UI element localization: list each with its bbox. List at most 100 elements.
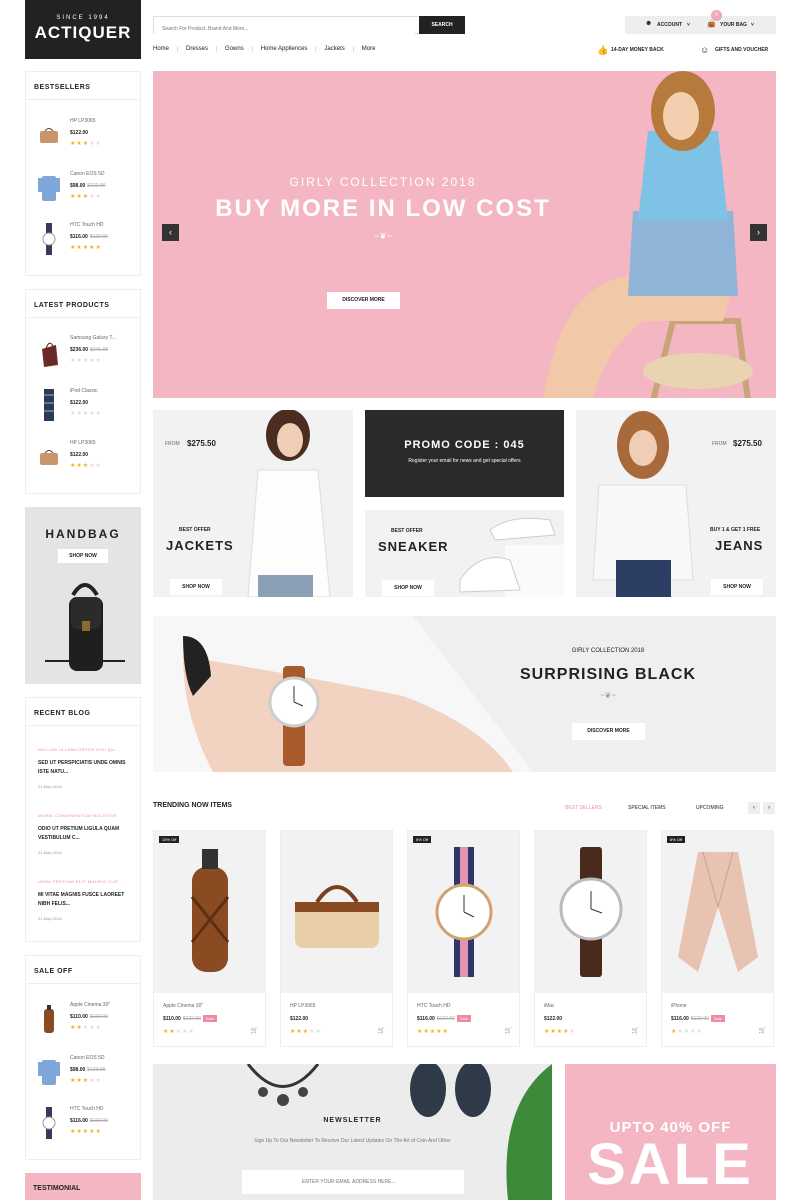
user-icon: ☻	[645, 20, 653, 27]
blog-category[interactable]: URNA PRETIUM ELIT MAURIS CUR...	[38, 879, 134, 884]
blog-post-title[interactable]: MI VITAE MAGNIS FUSCE LAOREET NIBH FELIS…	[38, 891, 134, 909]
product-thumb	[36, 388, 62, 422]
product-card[interactable]: iMac $122.00 ★★★★★ 🛒	[534, 830, 647, 1047]
brand-logo[interactable]: SINCE 1994 ACTIQUER	[25, 0, 141, 59]
blog-post[interactable]: NULLAM ULLAMCORPER NISI QU... SED UT PER…	[38, 747, 134, 789]
list-item[interactable]: HTC Touch HD $116.00 $122.00 ★★★★★	[36, 222, 146, 262]
product-price: $122.00	[70, 452, 89, 458]
product-name[interactable]: Apple Cinema 30"	[70, 1002, 110, 1008]
search-button[interactable]: SEARCH	[419, 16, 465, 34]
old-price: $122.00	[87, 1067, 106, 1073]
list-item[interactable]: iPod Classic $122.00 ★★★★★	[36, 388, 146, 428]
product-price: $98.00 $122.00	[70, 183, 106, 189]
product-name[interactable]: HP LP3065	[290, 1003, 315, 1009]
blog-category[interactable]: NULLAM ULLAMCORPER NISI QU...	[38, 747, 134, 752]
newsletter-email-input[interactable]	[242, 1170, 464, 1194]
product-name[interactable]: iPod Classic	[70, 388, 98, 394]
wrist-watch-image	[153, 616, 533, 772]
trending-title: TRENDING NOW ITEMS	[153, 802, 232, 809]
carousel-prev-arrow[interactable]: ‹	[748, 802, 760, 814]
product-name[interactable]: HTC Touch HD	[417, 1003, 451, 1009]
product-name[interactable]: Canon EOS 5D	[70, 1055, 104, 1061]
product-name[interactable]: Canon EOS 5D	[70, 171, 104, 177]
product-thumb	[36, 1002, 62, 1036]
sale-banner[interactable]: UPTO 40% OFF SALE	[565, 1064, 776, 1200]
watch-title: SURPRISING BLACK	[519, 666, 696, 683]
jackets-banner[interactable]: FROM $275.50 BEST OFFER JACKETS SHOP NOW	[153, 410, 353, 597]
product-image	[281, 831, 392, 993]
promo-code-banner[interactable]: PROMO CODE : 045 Register your email for…	[365, 410, 564, 497]
nav-item-gowns[interactable]: Gowns	[217, 46, 253, 52]
shop-now-button[interactable]: SHOP NOW	[711, 579, 763, 595]
discover-more-button[interactable]: DISCOVER MORE	[572, 723, 645, 740]
cart-icon[interactable]: 🛒	[251, 1027, 258, 1034]
sale-title: SALE	[587, 1132, 754, 1197]
product-name[interactable]: HTC Touch HD	[70, 1106, 104, 1112]
product-card[interactable]: HP LP3065 $122.00 ★★★★★ 🛒	[280, 830, 393, 1047]
surprising-black-banner[interactable]: GIRLY COLLECTION 2018 SURPRISING BLACK ~…	[153, 616, 776, 772]
offer-label: BUY 1 & GET 1 FREE	[710, 527, 761, 533]
cart-icon[interactable]: 🛒	[505, 1027, 512, 1034]
discover-more-button[interactable]: DISCOVER MORE	[327, 292, 400, 309]
thumbs-up-icon: 👍	[597, 45, 609, 55]
tab-special-items[interactable]: SPECIAL ITEMS	[628, 805, 666, 811]
product-name[interactable]: Apple Cinema 30"	[163, 1003, 203, 1009]
product-card[interactable]: 10% Off Apple Cinema 30" $110.00 $122.00 S…	[153, 830, 266, 1047]
cart-icon[interactable]: 🛒	[632, 1027, 639, 1034]
slider-next-arrow[interactable]: ›	[750, 224, 767, 241]
old-price: $122.00	[690, 1016, 709, 1022]
old-price: $122.00	[87, 183, 106, 189]
list-item[interactable]: HTC Touch HD $116.00 $122.00 ★★★★★	[36, 1106, 146, 1146]
nav-item-jackets[interactable]: Jackets	[316, 46, 354, 52]
blog-post-title[interactable]: ODIO UT PRETIUM LIGULA QUAM VESTIBULUM C…	[38, 825, 134, 843]
blog-post[interactable]: URNA PRETIUM ELIT MAURIS CUR... MI VITAE…	[38, 879, 134, 921]
account-dropdown[interactable]: ACCOUNT	[657, 22, 682, 28]
shop-now-button[interactable]: SHOP NOW	[58, 549, 108, 563]
product-thumb	[36, 1106, 62, 1140]
blog-post-title[interactable]: SED UT PERSPICIATIS UNDE OMNIS ISTE NATU…	[38, 759, 134, 777]
product-name[interactable]: Samsung Galaxy T...	[70, 335, 116, 341]
promo-title: PROMO CODE : 045	[404, 439, 525, 451]
rating-stars: ★★★★★	[70, 141, 102, 147]
product-price: $116.00 $122.00	[70, 1118, 108, 1124]
from-label: FROM	[165, 441, 180, 447]
product-card[interactable]: 6% Off iPhone $116.00 $122.00 Sale ★★★★★ 🛒	[661, 830, 774, 1047]
shop-now-button[interactable]: SHOP NOW	[170, 579, 222, 595]
slider-prev-arrow[interactable]: ‹	[162, 224, 179, 241]
product-card[interactable]: 5% Off HTC Touch HD $116.00 $122.00 Sale ★…	[407, 830, 520, 1047]
search-input[interactable]	[154, 21, 414, 37]
blog-category[interactable]: MORBI CONDIMENTUM MOLESTIE	[38, 813, 134, 818]
offer-label: BEST OFFER	[391, 528, 423, 534]
list-item[interactable]: Canon EOS 5D $98.00 $122.00 ★★★★★	[36, 1055, 146, 1095]
tab-best-sellers[interactable]: BEST SELLERS	[565, 805, 602, 811]
product-name[interactable]: iMac	[544, 1003, 555, 1009]
sneaker-banner[interactable]: BEST OFFER SNEAKER SHOP NOW	[365, 510, 564, 597]
cart-icon[interactable]: 🛒	[759, 1027, 766, 1034]
tab-upcoming[interactable]: UPCOMING	[696, 805, 724, 811]
product-name[interactable]: HP LP3065	[70, 440, 95, 446]
promo-text: Register your email for news and get spe…	[408, 458, 521, 464]
list-item[interactable]: Canon EOS 5D $98.00 $122.00 ★★★★★	[36, 171, 146, 211]
shop-now-button[interactable]: SHOP NOW	[382, 580, 434, 596]
cart-icon[interactable]: 🛒	[378, 1027, 385, 1034]
nav-item-home[interactable]: Home	[153, 46, 179, 52]
ornament-icon: ~❦~	[373, 231, 393, 241]
handbag-banner[interactable]: HANDBAG SHOP NOW	[25, 507, 141, 684]
blog-post[interactable]: MORBI CONDIMENTUM MOLESTIE ODIO UT PRETI…	[38, 813, 134, 855]
list-item[interactable]: HP LP3065 $122.00 ★★★★★	[36, 440, 146, 480]
carousel-next-arrow[interactable]: ›	[763, 802, 775, 814]
nav-item-more[interactable]: More	[354, 46, 384, 52]
product-name[interactable]: iPhone	[671, 1003, 687, 1009]
product-name[interactable]: HP LP3065	[70, 118, 95, 124]
list-item[interactable]: HP LP3065 $122.00 ★★★★★	[36, 118, 146, 158]
hero-slider[interactable]: GIRLY COLLECTION 2018 BUY MORE IN LOW CO…	[153, 71, 776, 398]
list-item[interactable]: Samsung Galaxy T... $236.00 $241.00 ★★★★★	[36, 335, 146, 375]
nav-item-dresses[interactable]: Dresses	[178, 46, 218, 52]
list-item[interactable]: Apple Cinema 30" $110.00 $122.00 ★★★★★	[36, 1002, 146, 1042]
bag-button[interactable]: YOUR BAG	[720, 22, 747, 28]
latest-products-panel: LATEST PRODUCTS Samsung Galaxy T... $236…	[25, 289, 141, 494]
nav-item-home-appliences[interactable]: Home Appliences	[253, 46, 317, 52]
rating-stars: ★★★★★	[70, 358, 102, 364]
product-name[interactable]: HTC Touch HD	[70, 222, 104, 228]
jeans-banner[interactable]: FROM $275.50 BUY 1 & GET 1 FREE JEANS SH…	[576, 410, 776, 597]
